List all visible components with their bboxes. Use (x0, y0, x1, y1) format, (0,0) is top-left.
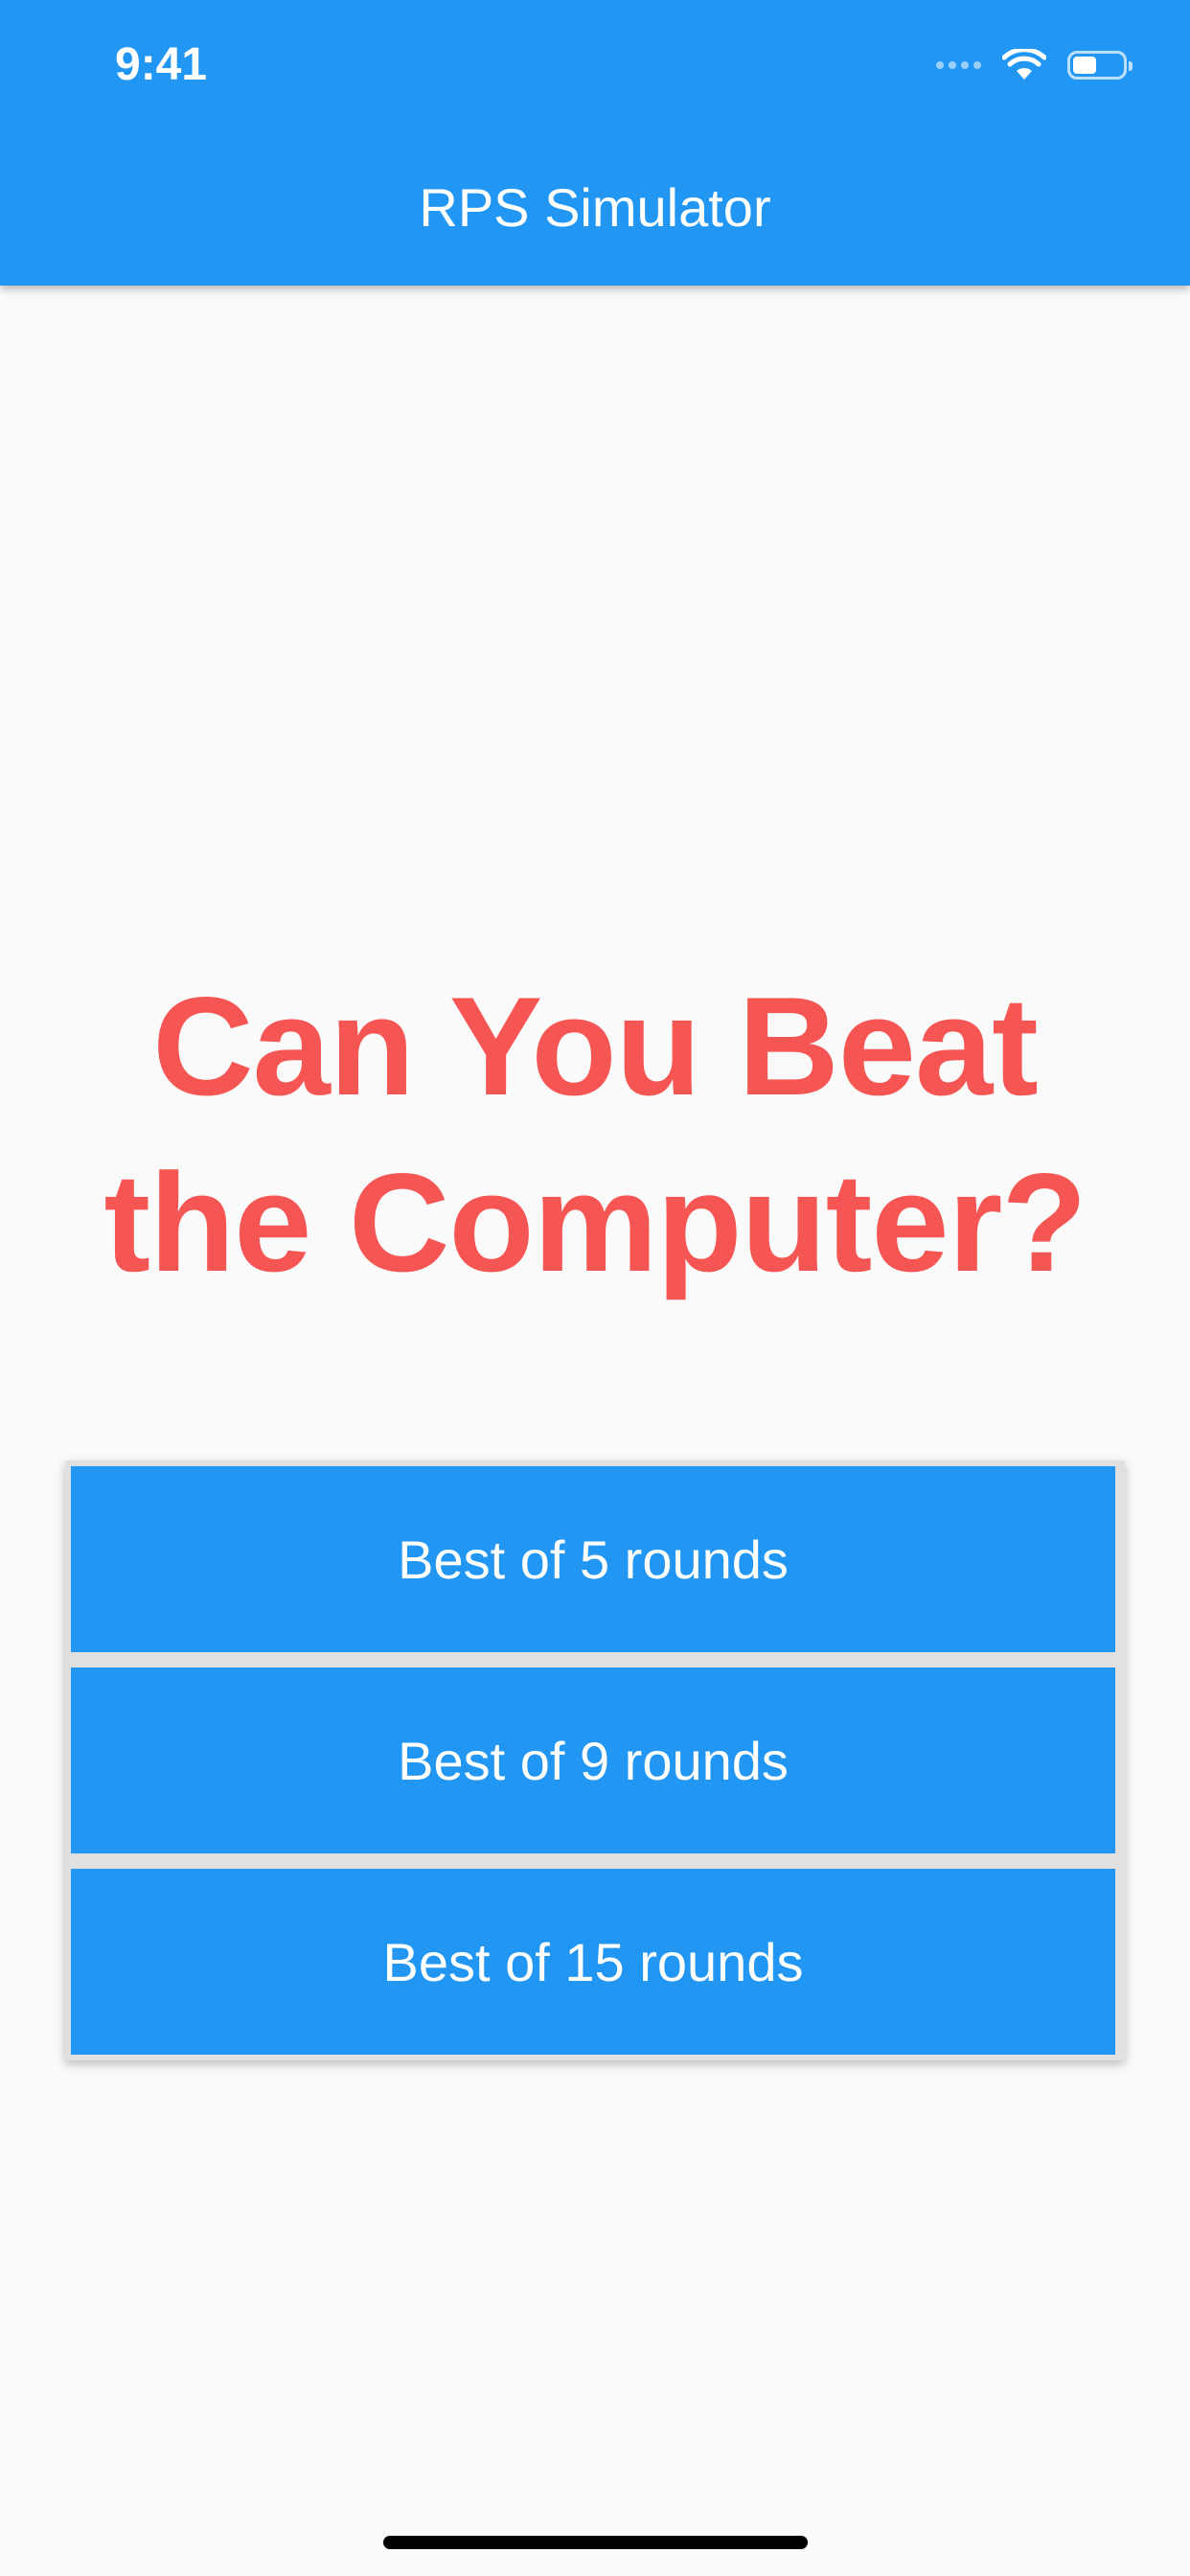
headline: Can You Beat the Computer? (0, 958, 1190, 1311)
signal-dots-icon (936, 61, 981, 69)
best-of-5-button[interactable]: Best of 5 rounds (71, 1466, 1115, 1652)
home-indicator[interactable] (383, 2536, 808, 2549)
app-bar: 9:41 RPS Simulator (0, 0, 1190, 286)
headline-line-1: Can You Beat (152, 968, 1039, 1124)
wifi-icon (1002, 49, 1046, 80)
screen: 9:41 RPS Simulator Can You Beat the Comp… (0, 0, 1190, 2576)
rounds-button-group: Best of 5 rounds Best of 9 rounds Best o… (65, 1460, 1125, 2060)
best-of-9-button[interactable]: Best of 9 rounds (71, 1668, 1115, 1853)
best-of-15-button[interactable]: Best of 15 rounds (71, 1869, 1115, 2055)
status-time: 9:41 (115, 39, 208, 90)
app-title: RPS Simulator (419, 177, 771, 238)
status-icons (936, 42, 1133, 88)
battery-icon (1067, 51, 1133, 80)
headline-line-2: the Computer? (103, 1144, 1087, 1300)
